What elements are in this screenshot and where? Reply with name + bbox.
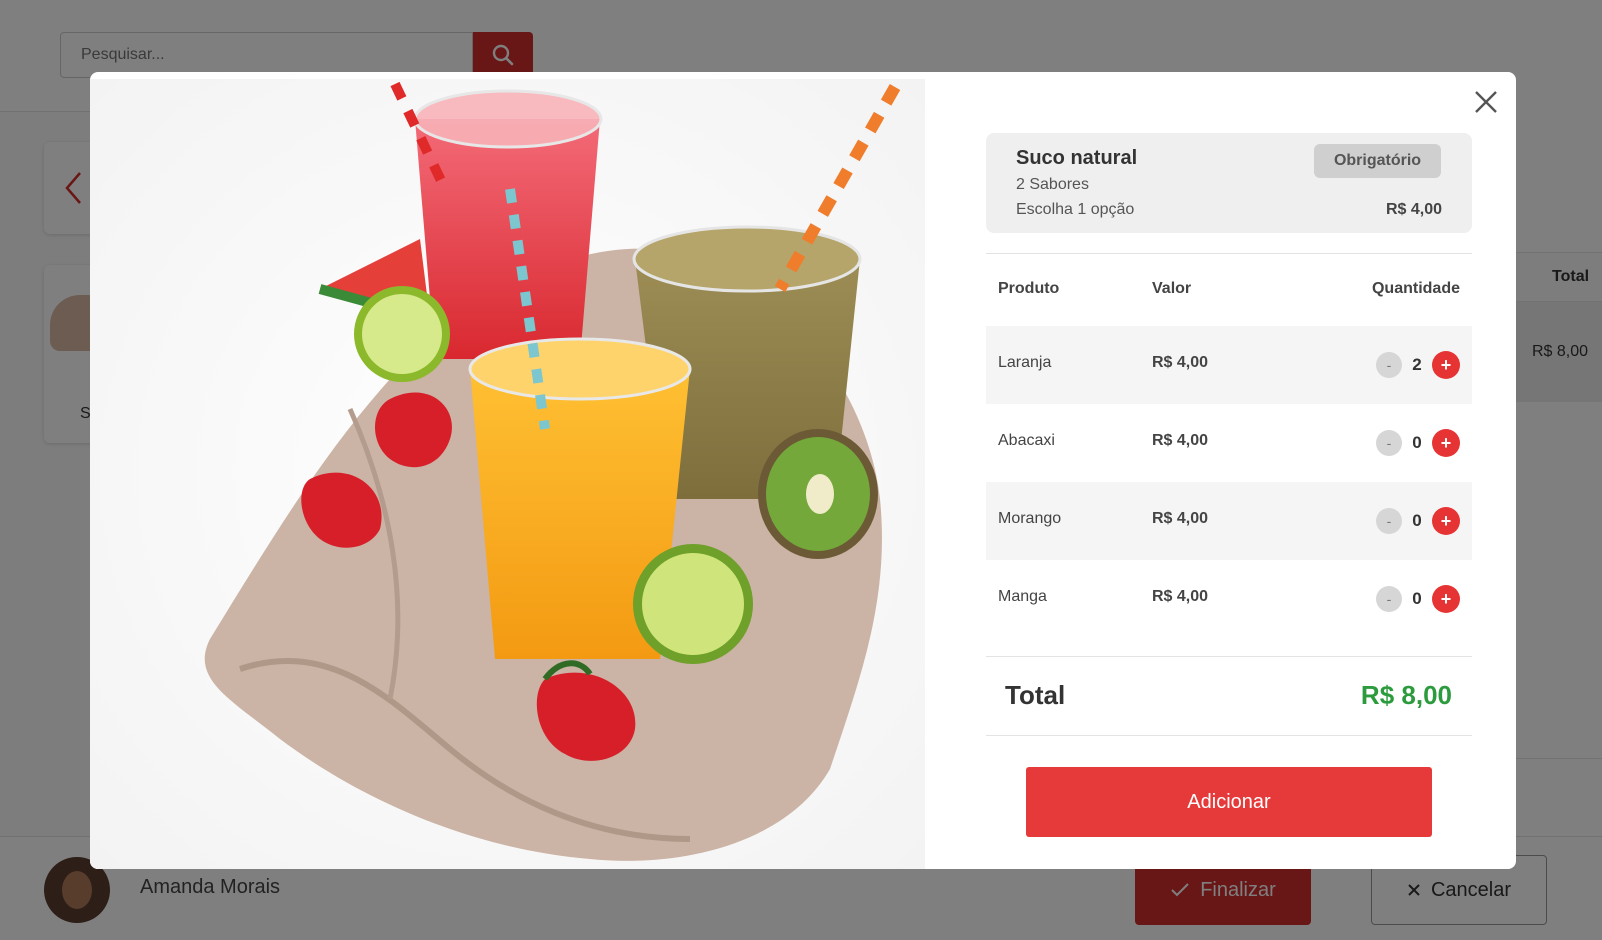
juice-illustration [90, 79, 925, 869]
option-group-hint: Escolha 1 opção [1016, 201, 1135, 218]
option-group-title: Suco natural [1016, 147, 1138, 169]
decrement-button[interactable]: - [1376, 352, 1402, 378]
item-name: Morango [998, 510, 1062, 527]
option-group-price: R$ 4,00 [1385, 201, 1442, 218]
item-name: Abacaxi [998, 432, 1055, 449]
total-label: Total [1005, 680, 1066, 710]
quantity-stepper: - 0 + [1376, 507, 1460, 535]
product-image [90, 79, 925, 869]
required-badge: Obrigatório [1314, 144, 1441, 178]
quantity-value: 0 [1412, 433, 1422, 452]
close-icon [1475, 91, 1497, 113]
quantity-stepper: - 0 + [1376, 585, 1460, 613]
item-value: R$ 4,00 [1152, 588, 1209, 605]
increment-button[interactable]: + [1432, 585, 1460, 613]
item-value: R$ 4,00 [1152, 510, 1209, 527]
option-group-subtitle: 2 Sabores [1016, 176, 1089, 193]
product-options-modal: Suco natural 2 Sabores Escolha 1 opção O… [90, 72, 1516, 869]
quantity-stepper: - 2 + [1376, 351, 1460, 379]
increment-button[interactable]: + [1432, 507, 1460, 535]
quantity-value: 0 [1412, 589, 1422, 608]
column-header-quantity: Quantidade [1371, 280, 1460, 297]
total-value: R$ 8,00 [1360, 680, 1452, 710]
table-row: Morango R$ 4,00 - 0 + [986, 482, 1472, 560]
decrement-button[interactable]: - [1376, 508, 1402, 534]
quantity-value: 0 [1412, 511, 1422, 530]
divider [986, 735, 1472, 736]
option-group-header: Suco natural 2 Sabores Escolha 1 opção O… [986, 133, 1472, 233]
item-value: R$ 4,00 [1152, 354, 1209, 371]
table-row: Manga R$ 4,00 - 0 + [986, 560, 1472, 638]
quantity-stepper: - 0 + [1376, 429, 1460, 457]
divider [986, 656, 1472, 657]
decrement-button[interactable]: - [1376, 430, 1402, 456]
quantity-value: 2 [1412, 355, 1422, 374]
item-name: Manga [998, 588, 1047, 605]
table-row: Laranja R$ 4,00 - 2 + [986, 326, 1472, 404]
increment-button[interactable]: + [1432, 429, 1460, 457]
decrement-button[interactable]: - [1376, 586, 1402, 612]
divider [986, 253, 1472, 254]
table-row: Abacaxi R$ 4,00 - 0 + [986, 404, 1472, 482]
column-header-product: Produto [998, 280, 1060, 297]
item-name: Laranja [998, 354, 1052, 371]
increment-button[interactable]: + [1432, 351, 1460, 379]
item-value: R$ 4,00 [1152, 432, 1209, 449]
add-button[interactable]: Adicionar [1026, 767, 1432, 837]
close-button[interactable] [1468, 84, 1504, 120]
column-header-value: Valor [1152, 280, 1192, 297]
